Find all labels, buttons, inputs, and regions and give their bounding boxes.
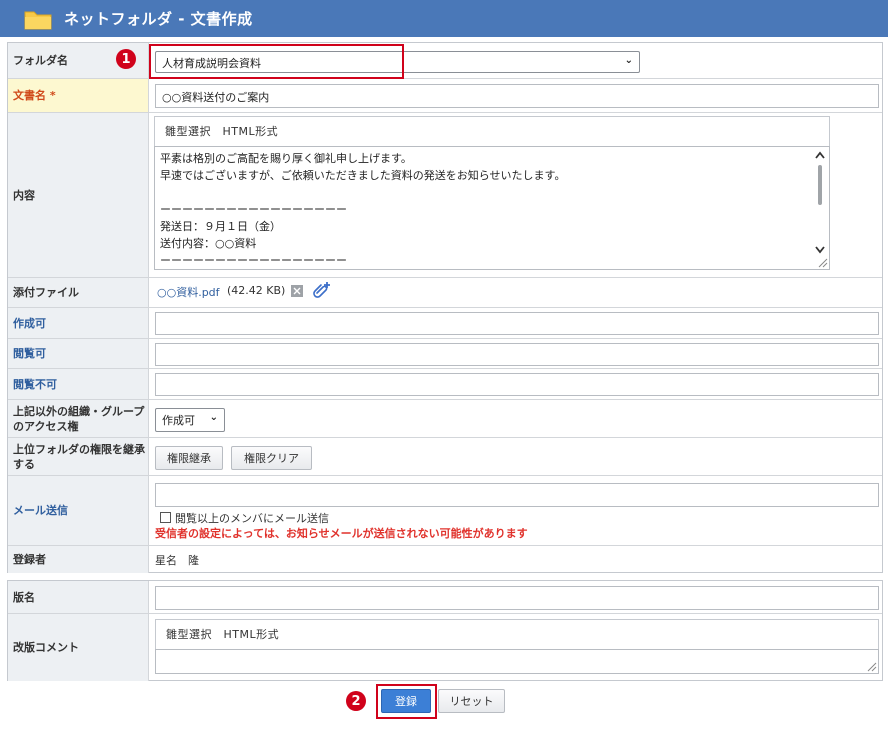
other-access-label: 上記以外の組織・グループのアクセス権 xyxy=(8,400,149,437)
version-name-input[interactable] xyxy=(155,586,879,610)
editor-template-tab[interactable]: 雛型選択 HTML形式 xyxy=(154,116,830,146)
callout-highlight-submit xyxy=(376,684,437,719)
content-label: 内容 xyxy=(8,113,149,277)
cannot-view-label[interactable]: 閲覧不可 xyxy=(8,369,149,399)
comment-template-tab[interactable]: 雛型選択 HTML形式 xyxy=(155,619,879,649)
content-row: 内容 雛型選択 HTML形式 平素は格別のご高配を賜り厚く御礼申し上げます。 早… xyxy=(8,113,882,278)
mail-members-checkbox[interactable] xyxy=(160,512,171,523)
attach-file-icon[interactable] xyxy=(313,281,331,299)
content-scrollbar[interactable] xyxy=(813,149,827,257)
folder-icon xyxy=(24,11,52,30)
version-comment-row: 改版コメント 雛型選択 HTML形式 xyxy=(8,614,882,681)
other-access-row: 上記以外の組織・グループのアクセス権 作成可 ⌄ xyxy=(8,400,882,438)
content-textarea[interactable]: 平素は格別のご高配を賜り厚く御礼申し上げます。 早速ではございますが、ご依頼いた… xyxy=(154,146,830,270)
can-view-input[interactable] xyxy=(155,343,879,366)
mail-label: メール送信 xyxy=(8,476,149,545)
inherit-permission-button[interactable]: 権限継承 xyxy=(155,446,223,470)
docname-input[interactable]: ○○資料送付のご案内 xyxy=(155,84,879,108)
attachment-file-size: (42.42 KB) xyxy=(227,284,286,297)
can-view-row: 閲覧可 xyxy=(8,339,882,369)
can-view-label[interactable]: 閲覧可 xyxy=(8,339,149,368)
mail-warning-text: 受信者の設定によっては、お知らせメールが送信されない可能性があります xyxy=(155,527,528,540)
resize-grip-icon[interactable] xyxy=(865,660,877,672)
docname-label: 文書名 * xyxy=(8,79,149,112)
reset-button[interactable]: リセット xyxy=(438,689,505,713)
content-line: 発送日：９月１日（金） xyxy=(160,220,281,233)
mail-checkbox-label: 閲覧以上のメンバにメール送信 xyxy=(175,512,329,525)
attachment-row: 添付ファイル ○○資料.pdf (42.42 KB) xyxy=(8,278,882,308)
docname-row: 文書名 * ○○資料送付のご案内 xyxy=(8,79,882,113)
page-header: ネットフォルダ - 文書作成 xyxy=(0,0,888,37)
content-line: 平素は格別のご高配を賜り厚く御礼申し上げます。 xyxy=(160,152,412,165)
version-comment-textarea[interactable] xyxy=(155,649,879,674)
cannot-view-row: 閲覧不可 xyxy=(8,369,882,400)
other-access-value: 作成可 xyxy=(162,414,195,427)
registrant-row: 登録者 星名 隆 xyxy=(8,546,882,573)
attachment-file-link[interactable]: ○○資料.pdf xyxy=(157,284,220,300)
chevron-down-icon: ⌄ xyxy=(209,412,218,423)
version-comment-label: 改版コメント xyxy=(8,614,149,681)
chevron-down-icon: ⌄ xyxy=(624,55,633,66)
callout-badge-1: 1 xyxy=(116,49,136,69)
callout-badge-2: 2 xyxy=(346,691,366,711)
inherit-label: 上位フォルダの権限を継承する xyxy=(8,438,149,475)
document-form: フォルダ名 人材育成説明会資料 ⌄ 文書名 * ○○資料送付のご案内 内容 雛型… xyxy=(7,42,883,573)
inherit-row: 上位フォルダの権限を継承する 権限継承 権限クリア xyxy=(8,438,882,476)
callout-highlight-folder xyxy=(149,44,404,79)
registrant-value: 星名 隆 xyxy=(155,554,199,567)
registrant-label: 登録者 xyxy=(8,546,149,573)
content-line xyxy=(160,184,824,201)
attachment-label: 添付ファイル xyxy=(8,278,149,307)
can-create-input[interactable] xyxy=(155,312,879,335)
content-line: ーーーーーーーーーーーーーーーーー xyxy=(160,203,347,216)
resize-grip-icon[interactable] xyxy=(816,256,828,268)
version-name-row: 版名 xyxy=(8,581,882,614)
content-line: ーーーーーーーーーーーーーーーーー xyxy=(160,254,347,267)
cannot-view-input[interactable] xyxy=(155,373,879,396)
page-title: ネットフォルダ - 文書作成 xyxy=(64,10,253,28)
content-line: 送付内容：○○資料 xyxy=(160,237,257,250)
content-line: 早速ではございますが、ご依頼いただきました資料の発送をお知らせいたします。 xyxy=(160,169,566,182)
can-create-label[interactable]: 作成可 xyxy=(8,308,149,338)
version-name-label: 版名 xyxy=(8,581,149,613)
folder-row: フォルダ名 人材育成説明会資料 ⌄ xyxy=(8,43,882,79)
mail-input[interactable] xyxy=(155,483,879,507)
clear-permission-button[interactable]: 権限クリア xyxy=(231,446,312,470)
remove-file-icon[interactable] xyxy=(291,285,303,297)
can-create-row: 作成可 xyxy=(8,308,882,339)
version-form: 版名 改版コメント 雛型選択 HTML形式 xyxy=(7,580,883,681)
mail-row: メール送信 閲覧以上のメンバにメール送信 受信者の設定によっては、お知らせメール… xyxy=(8,476,882,546)
other-access-select[interactable]: 作成可 ⌄ xyxy=(155,408,225,432)
